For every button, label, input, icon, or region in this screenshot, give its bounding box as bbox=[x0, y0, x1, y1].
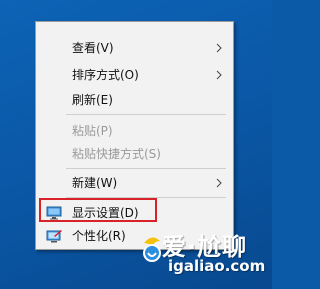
menu-separator bbox=[66, 168, 226, 169]
chevron-right-icon bbox=[216, 70, 222, 80]
menu-item-view-label: 查看(V) bbox=[72, 41, 114, 55]
menu-item-view[interactable]: 查看(V) bbox=[36, 37, 233, 59]
chevron-right-icon bbox=[216, 178, 222, 188]
menu-item-paste: 粘贴(P) bbox=[36, 120, 233, 142]
menu-item-personalize-label: 个性化(R) bbox=[72, 229, 126, 243]
menu-separator bbox=[66, 114, 226, 115]
menu-item-sort-by-label: 排序方式(O) bbox=[72, 68, 139, 82]
watermark-domain: igaliao.com bbox=[168, 257, 266, 275]
menu-item-new-label: 新建(W) bbox=[72, 176, 118, 190]
personalize-icon bbox=[46, 230, 62, 243]
menu-item-paste-shortcut: 粘贴快捷方式(S) bbox=[36, 143, 233, 165]
chevron-right-icon bbox=[216, 43, 222, 53]
menu-item-refresh[interactable]: 刷新(E) bbox=[36, 89, 233, 111]
menu-item-paste-label: 粘贴(P) bbox=[72, 124, 113, 138]
highlight-annotation bbox=[39, 198, 157, 222]
menu-item-new[interactable]: 新建(W) bbox=[36, 172, 233, 194]
watermark: 爱·尬聊 igaliao.com bbox=[138, 227, 266, 283]
menu-item-paste-shortcut-label: 粘贴快捷方式(S) bbox=[72, 147, 161, 161]
menu-item-sort-by[interactable]: 排序方式(O) bbox=[36, 64, 233, 86]
menu-item-refresh-label: 刷新(E) bbox=[72, 93, 113, 107]
